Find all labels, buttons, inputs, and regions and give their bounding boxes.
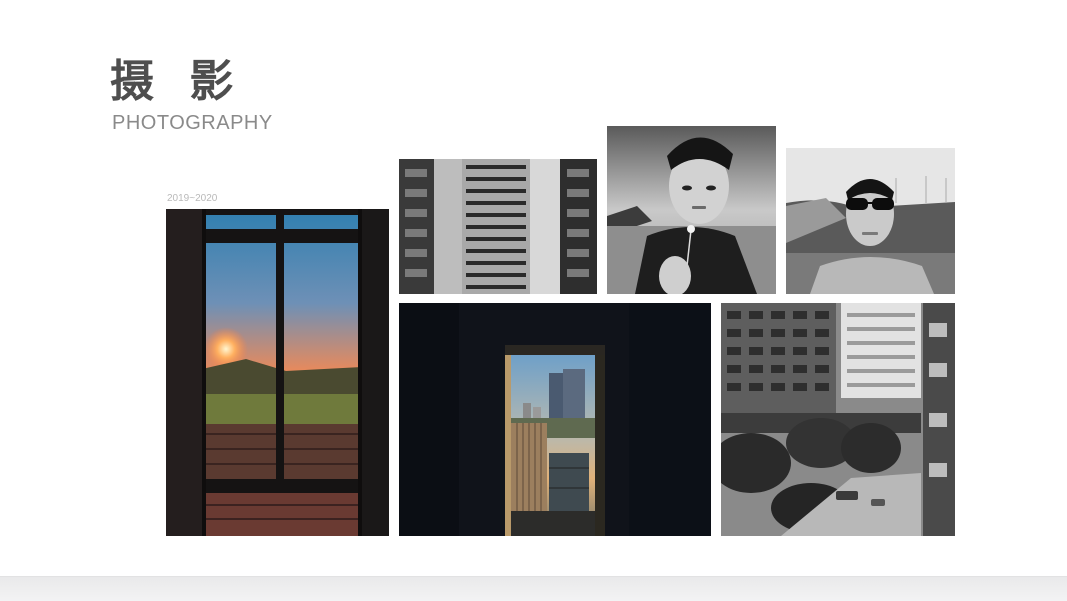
page-title: 摄 影 — [110, 56, 244, 107]
date-range-label: 2019~2020 — [167, 193, 218, 204]
photo-street-buildings — [721, 303, 955, 536]
bottom-bar — [0, 576, 1067, 601]
slide: 摄 影 PHOTOGRAPHY 2019~2020 — [0, 0, 1067, 576]
photo-sunset-window — [166, 209, 389, 536]
photo-apartment-building — [399, 159, 597, 294]
photo-doorway-city-view — [399, 303, 711, 536]
photo-portrait-sunglasses — [786, 148, 955, 294]
photo-portrait-dandelion — [607, 126, 776, 294]
page-subtitle: PHOTOGRAPHY — [112, 112, 273, 134]
